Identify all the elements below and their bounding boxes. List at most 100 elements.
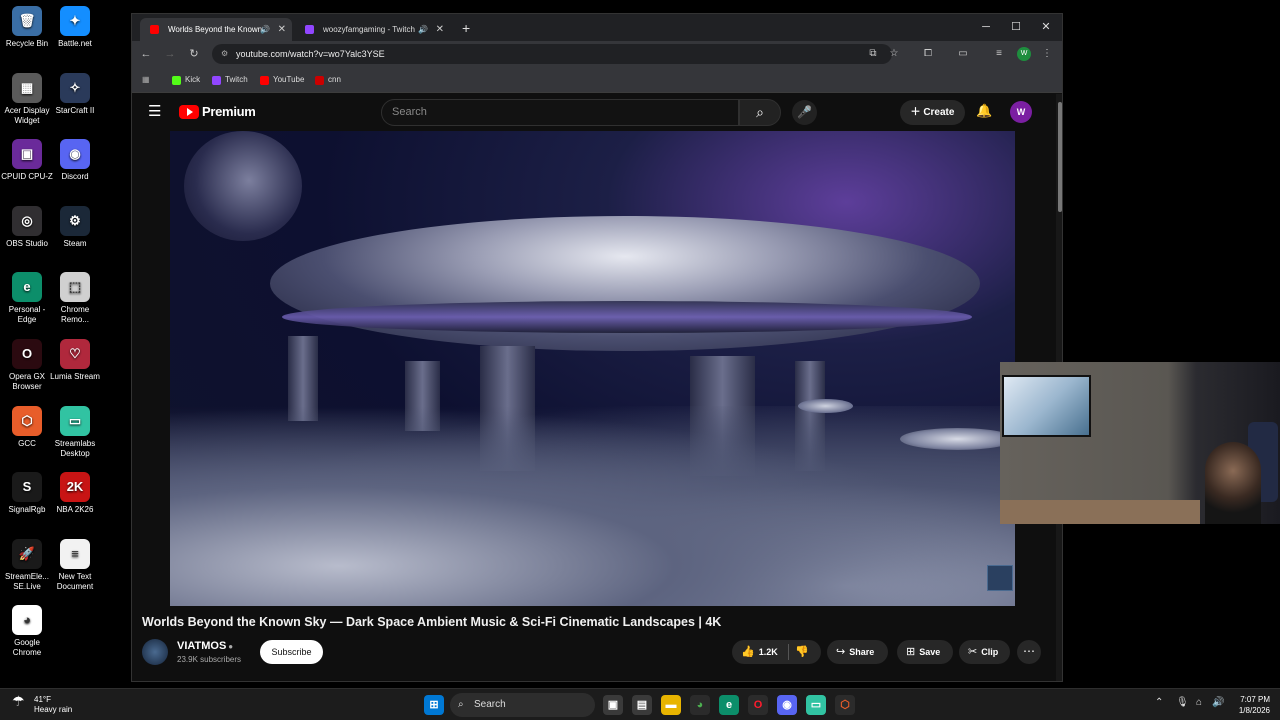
- gcc-taskbar-icon[interactable]: ⬡: [835, 695, 855, 715]
- app-icon: ◉: [60, 139, 90, 170]
- video-player[interactable]: [170, 131, 1015, 606]
- desktop-icon[interactable]: O Opera GX Browser: [0, 339, 54, 392]
- bookmark-twitch[interactable]: Twitch: [212, 67, 248, 93]
- taskbar-clock[interactable]: 7:07 PM 1/8/2026: [1228, 694, 1270, 716]
- close-tab-icon[interactable]: ✕: [436, 18, 444, 41]
- menu-icon[interactable]: ⋮: [1038, 45, 1056, 63]
- weather-widget[interactable]: ☂ 41°F Heavy rain: [12, 694, 72, 715]
- tab-twitch[interactable]: woozyfamgaming - Twitch 🔊 ✕: [295, 18, 450, 41]
- bookmark-cnn[interactable]: cnn: [315, 67, 341, 93]
- start-windows-icon[interactable]: ⊞: [424, 695, 444, 715]
- desktop-icon[interactable]: ▭ Streamlabs Desktop: [48, 405, 102, 459]
- desktop-icon[interactable]: ⬚ Chrome Remo...: [48, 272, 102, 325]
- chrome-taskbar-icon[interactable]: ◕: [690, 695, 710, 715]
- tray-overflow-icon[interactable]: ⌃: [1155, 697, 1163, 708]
- bookmarks-bar: ▦ Kick Twitch YouTube cnn: [132, 67, 1062, 93]
- video-frame-clouds: [170, 406, 1015, 606]
- edge-taskbar-icon[interactable]: e: [719, 695, 739, 715]
- desktop-icon[interactable]: ♡ Lumia Stream: [48, 339, 102, 382]
- widgets-icon[interactable]: ▤: [632, 695, 652, 715]
- opera-gx-taskbar-icon[interactable]: O: [748, 695, 768, 715]
- like-count[interactable]: 1.2K: [759, 647, 778, 657]
- desktop-icon[interactable]: ✦ Battle.net: [48, 6, 102, 49]
- desktop-icon[interactable]: 🗑 Recycle Bin: [0, 6, 54, 49]
- plus-icon: ＋: [910, 107, 924, 118]
- youtube-favicon-icon: [150, 25, 159, 34]
- clip-button[interactable]: ✂ Clip: [959, 640, 1010, 664]
- task-view-icon[interactable]: ▣: [603, 695, 623, 715]
- apps-grid-icon[interactable]: ▦: [142, 67, 150, 93]
- forward-button[interactable]: →: [161, 45, 179, 63]
- audio-icon[interactable]: 🔊: [418, 18, 428, 41]
- channel-watermark-icon[interactable]: [987, 565, 1013, 591]
- menu-hamburger-icon[interactable]: ☰: [148, 103, 161, 121]
- voice-search-button[interactable]: 🎤: [792, 100, 817, 125]
- desktop-icon[interactable]: S SignalRgb: [0, 472, 54, 515]
- site-info-icon[interactable]: ⚙: [221, 44, 228, 64]
- cast-icon[interactable]: ⧉: [864, 45, 882, 63]
- streamlabs-taskbar-icon[interactable]: ▭: [806, 695, 826, 715]
- youtube-header: ☰ Premium Search ⌕ 🎤 ＋ Create 🔔 W: [132, 94, 1062, 130]
- account-avatar[interactable]: W: [1010, 101, 1032, 123]
- app-icon: 2K: [60, 472, 90, 503]
- verified-icon: ●: [228, 642, 234, 651]
- dislike-icon[interactable]: 👎: [795, 640, 809, 664]
- back-button[interactable]: ←: [137, 45, 155, 63]
- tab-youtube[interactable]: Worlds Beyond the Known 🔊 ✕: [140, 18, 292, 41]
- discord-taskbar-icon[interactable]: ◉: [777, 695, 797, 715]
- desktop-icon[interactable]: e Personal - Edge: [0, 272, 54, 325]
- desktop-icon[interactable]: ⚙ Steam: [48, 205, 102, 249]
- taskbar-search[interactable]: ⌕ Search: [450, 693, 595, 717]
- close-tab-icon[interactable]: ✕: [278, 18, 286, 41]
- like-icon[interactable]: 👍: [741, 640, 755, 664]
- desktop-icon[interactable]: 🚀 StreamEle... SE.Live: [0, 538, 54, 592]
- minimize-button[interactable]: ─: [971, 14, 1001, 40]
- desktop-icon[interactable]: 2K NBA 2K26: [48, 472, 102, 515]
- search-input[interactable]: Search: [381, 99, 739, 126]
- bookmark-kick[interactable]: Kick: [172, 67, 200, 93]
- search-icon: ⌕: [756, 104, 764, 120]
- subscribe-button[interactable]: Subscribe: [260, 640, 323, 664]
- channel-name[interactable]: VIATMOS ●: [177, 640, 233, 652]
- app-icon: ⬚: [60, 272, 90, 303]
- notifications-bell-icon[interactable]: 🔔: [976, 103, 992, 119]
- desktop-icon[interactable]: ✧ StarCraft II: [48, 72, 102, 116]
- desktop-icon[interactable]: ⬡ GCC: [0, 405, 54, 449]
- youtube-logo-icon[interactable]: [179, 105, 199, 119]
- bookmark-youtube[interactable]: YouTube: [260, 67, 304, 93]
- microphone-icon: 🎤: [797, 105, 812, 119]
- close-window-button[interactable]: ✕: [1031, 14, 1061, 40]
- tab-title: Worlds Beyond the Known: [168, 25, 263, 34]
- youtube-brand[interactable]: Premium: [202, 104, 256, 119]
- create-button[interactable]: ＋ Create: [900, 100, 965, 125]
- desktop-icon[interactable]: ≡ New Text Document: [48, 538, 102, 592]
- more-actions-icon[interactable]: ⋯: [1017, 640, 1041, 664]
- new-tab-button[interactable]: +: [462, 18, 470, 38]
- desktop-icon[interactable]: ◕ Google Chrome: [0, 605, 54, 658]
- scrollbar-thumb[interactable]: [1058, 102, 1062, 212]
- bookmark-star-icon[interactable]: ☆: [885, 45, 903, 63]
- desktop-icon-label: Opera GX Browser: [8, 372, 45, 391]
- reload-button[interactable]: ↻: [185, 45, 203, 63]
- file-explorer-icon[interactable]: ▬: [661, 695, 681, 715]
- microphone-tray-icon[interactable]: 🎙: [1176, 697, 1189, 708]
- app-icon: ⚙: [60, 205, 90, 236]
- desktop-icon[interactable]: ◉ Discord: [48, 139, 102, 182]
- share-button[interactable]: ↪ Share: [827, 640, 888, 664]
- extensions-icon[interactable]: ⧠: [919, 45, 937, 63]
- save-button[interactable]: ⊞ Save: [897, 640, 953, 664]
- media-controls-icon[interactable]: ≡: [990, 45, 1008, 63]
- channel-avatar[interactable]: [142, 639, 168, 665]
- network-icon[interactable]: ⌂: [1196, 697, 1202, 708]
- desktop-icon[interactable]: ◎ OBS Studio: [0, 205, 54, 249]
- volume-icon[interactable]: 🔊: [1212, 697, 1224, 708]
- split-view-icon[interactable]: ▭: [954, 45, 972, 63]
- desktop-icon[interactable]: ▣ CPUID CPU-Z: [0, 139, 54, 182]
- address-bar[interactable]: ⚙ youtube.com/watch?v=wo7Yalc3YSE: [212, 44, 892, 64]
- audio-icon[interactable]: 🔊: [260, 18, 270, 41]
- search-button[interactable]: ⌕: [739, 99, 781, 126]
- bookmark-label: YouTube: [273, 75, 305, 84]
- profile-avatar[interactable]: W: [1017, 47, 1031, 61]
- desktop-icon[interactable]: ▦ Acer Display Widget: [0, 72, 54, 126]
- maximize-button[interactable]: ☐: [1001, 14, 1031, 40]
